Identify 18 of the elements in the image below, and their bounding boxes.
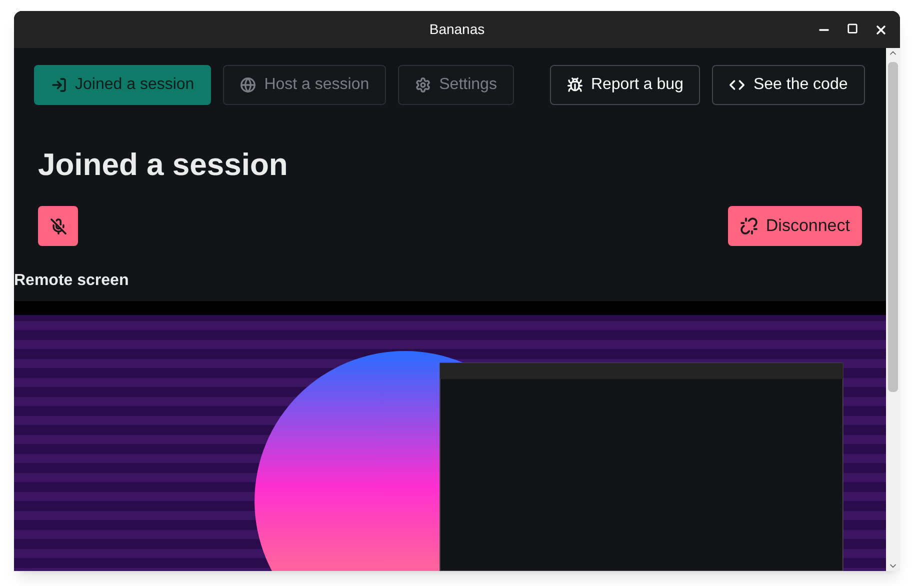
nav-link-button[interactable]: See the code [712, 65, 865, 105]
section-label: Remote screen [14, 271, 130, 291]
scrollbar[interactable] [886, 48, 900, 571]
nav-tab[interactable]: Joined a session [34, 65, 212, 105]
window-title: Bananas [429, 20, 485, 39]
broken-link-icon [740, 217, 758, 235]
nav-link-button[interactable]: Report a bug [550, 65, 700, 105]
globe-icon [240, 77, 256, 93]
code-icon [729, 77, 746, 93]
settings-icon [415, 77, 432, 93]
microphone-off-icon [50, 218, 66, 234]
maximize-icon[interactable] [847, 22, 858, 34]
disconnect-button[interactable]: Disconnect [728, 206, 862, 246]
login-icon [51, 77, 67, 93]
page-heading: Joined a session [37, 146, 289, 184]
bug-icon [566, 77, 583, 93]
close-icon[interactable] [874, 22, 888, 36]
microphone-button[interactable] [38, 206, 78, 246]
